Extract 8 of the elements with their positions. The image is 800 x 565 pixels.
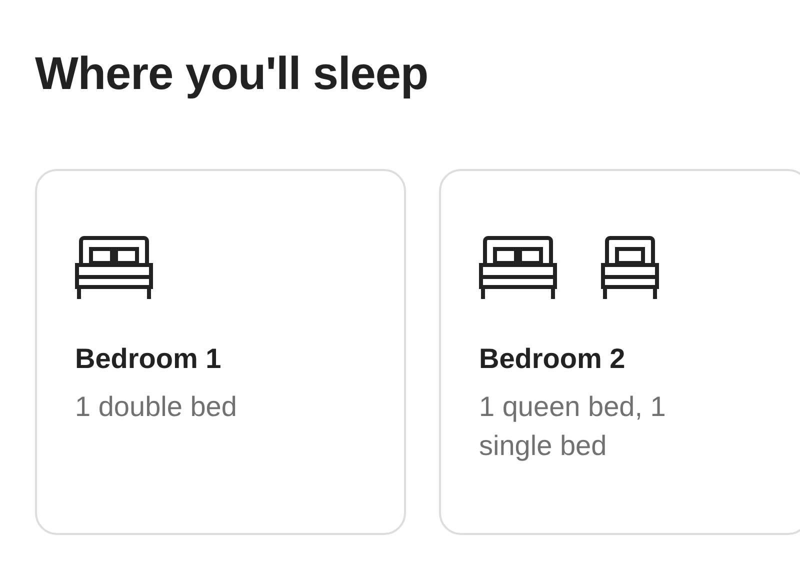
bedroom-name: Bedroom 1 [75,342,222,376]
section-title: Where you'll sleep [35,48,430,99]
double-bed-icon [479,234,557,301]
bedroom-name: Bedroom 2 [479,342,626,376]
bed-description: 1 double bed [75,390,238,424]
single-bed-icon [601,234,659,301]
double-bed-icon [75,234,153,301]
bed-description: 1 queen bed, 1 single bed [479,390,667,464]
